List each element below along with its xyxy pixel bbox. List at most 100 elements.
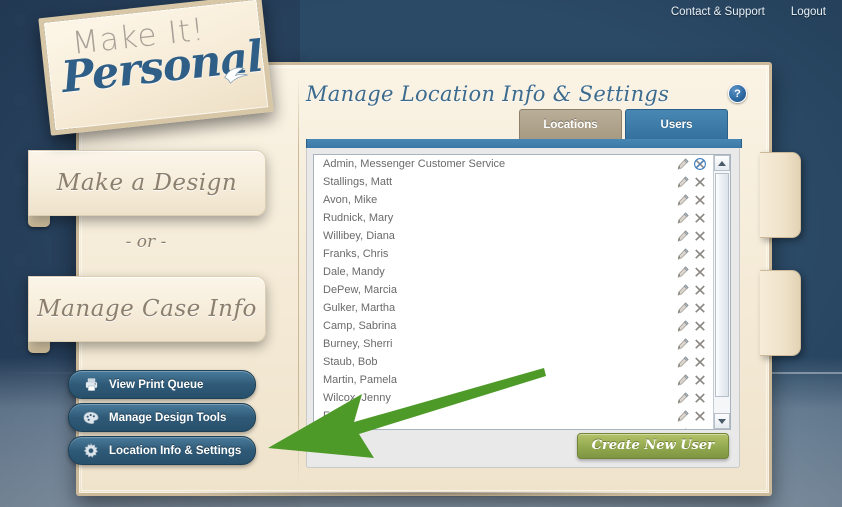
- row-actions: [677, 248, 713, 260]
- tab-underline-bar: [306, 139, 742, 148]
- table-row[interactable]: Admin, Messenger Customer Service: [314, 155, 713, 173]
- make-a-design-label: Make a Design: [56, 170, 238, 196]
- delete-x-icon[interactable]: [694, 410, 706, 422]
- table-row[interactable]: Gulker, Martha: [314, 299, 713, 317]
- scroll-down-button[interactable]: [714, 413, 730, 429]
- table-row[interactable]: Rudnick, Mary: [314, 209, 713, 227]
- view-print-queue-button[interactable]: View Print Queue: [68, 370, 256, 399]
- row-actions: [677, 392, 713, 404]
- edit-pencil-icon[interactable]: [677, 374, 689, 386]
- edit-pencil-icon[interactable]: [677, 158, 689, 170]
- edit-pencil-icon[interactable]: [677, 284, 689, 296]
- scrollbar-thumb[interactable]: [715, 173, 729, 397]
- user-name: Gulker, Martha: [323, 302, 396, 314]
- page-title: Manage Location Info & Settings: [306, 82, 670, 106]
- top-navigation: Contact & Support Logout: [671, 6, 826, 18]
- tab-users[interactable]: Users: [625, 109, 728, 139]
- table-row[interactable]: DePew, Marcia: [314, 281, 713, 299]
- delete-x-icon[interactable]: [694, 212, 706, 224]
- edit-pencil-icon[interactable]: [677, 392, 689, 404]
- row-actions: [677, 374, 713, 386]
- table-row[interactable]: Willibey, Diana: [314, 227, 713, 245]
- user-name: Avon, Mike: [323, 194, 378, 206]
- gear-icon: [80, 440, 102, 462]
- table-row[interactable]: Burney, Sherri: [314, 335, 713, 353]
- delete-x-icon[interactable]: [694, 338, 706, 350]
- delete-x-icon[interactable]: [694, 176, 706, 188]
- edit-pencil-icon[interactable]: [677, 338, 689, 350]
- delete-x-icon[interactable]: [694, 356, 706, 368]
- chevron-up-icon: [718, 160, 726, 166]
- row-actions: [677, 194, 713, 206]
- printer-icon: [80, 374, 102, 396]
- user-name: Admin, Messenger Customer Service: [323, 158, 506, 170]
- scroll-up-button[interactable]: [714, 155, 730, 171]
- manage-design-tools-label: Manage Design Tools: [109, 411, 227, 424]
- edit-pencil-icon[interactable]: [677, 212, 689, 224]
- tab-locations[interactable]: Locations: [519, 109, 622, 139]
- delete-x-icon[interactable]: [694, 266, 706, 278]
- side-tab-lower[interactable]: [760, 270, 801, 356]
- row-actions: [677, 176, 713, 188]
- row-actions: [677, 302, 713, 314]
- make-a-design-button[interactable]: Make a Design: [28, 150, 266, 216]
- edit-pencil-icon[interactable]: [677, 266, 689, 278]
- table-row[interactable]: [314, 425, 713, 429]
- tab-strip: Locations Users: [519, 109, 728, 139]
- table-row[interactable]: Stallings, Matt: [314, 173, 713, 191]
- edit-pencil-icon[interactable]: [677, 410, 689, 422]
- side-tab-upper[interactable]: [760, 152, 801, 238]
- delete-x-icon[interactable]: [694, 392, 706, 404]
- create-new-user-button[interactable]: Create New User: [576, 433, 729, 459]
- user-name: Willibey, Diana: [323, 230, 395, 242]
- contact-support-link[interactable]: Contact & Support: [671, 6, 765, 18]
- delete-x-icon[interactable]: [694, 230, 706, 242]
- user-name: Burney, Sherri: [323, 338, 393, 350]
- brand-logo-card[interactable]: Make It! Personal: [38, 0, 274, 136]
- users-scrollbar[interactable]: [713, 155, 730, 429]
- table-row[interactable]: Camp, Sabrina: [314, 317, 713, 335]
- delete-x-icon[interactable]: [694, 194, 706, 206]
- help-icon[interactable]: ?: [728, 84, 747, 103]
- edit-pencil-icon[interactable]: [677, 248, 689, 260]
- user-name: Staub, Bob: [323, 356, 378, 368]
- content-area: Manage Location Info & Settings ? Locati…: [300, 70, 747, 480]
- panel-vertical-divider: [298, 75, 299, 483]
- delete-x-icon[interactable]: [694, 248, 706, 260]
- edit-pencil-icon[interactable]: [677, 230, 689, 242]
- manage-case-info-button[interactable]: Manage Case Info: [28, 276, 266, 342]
- edit-pencil-icon[interactable]: [677, 320, 689, 332]
- delete-x-icon[interactable]: [694, 374, 706, 386]
- table-row[interactable]: Dale, Mandy: [314, 263, 713, 281]
- manage-design-tools-button[interactable]: Manage Design Tools: [68, 403, 256, 432]
- user-name: Camp, Sabrina: [323, 320, 397, 332]
- users-panel: Admin, Messenger Customer Service Stallin…: [306, 148, 740, 468]
- table-row[interactable]: Martin, Pamela: [314, 371, 713, 389]
- table-row[interactable]: Franks, Chris: [314, 245, 713, 263]
- chevron-down-icon: [718, 418, 726, 424]
- table-row[interactable]: Wilcox, Jenny: [314, 389, 713, 407]
- table-row[interactable]: Avon, Mike: [314, 191, 713, 209]
- user-name: Rudnick, Mary: [323, 212, 394, 224]
- edit-pencil-icon[interactable]: [677, 356, 689, 368]
- row-actions: [677, 320, 713, 332]
- edit-pencil-icon[interactable]: [677, 428, 689, 429]
- location-info-settings-button[interactable]: Location Info & Settings: [68, 436, 256, 465]
- users-listbox[interactable]: Admin, Messenger Customer Service Stallin…: [313, 154, 731, 430]
- edit-pencil-icon[interactable]: [677, 302, 689, 314]
- user-name: Franks, Chris: [323, 248, 389, 260]
- delete-x-icon[interactable]: [694, 284, 706, 296]
- table-row[interactable]: Staub, Bob: [314, 353, 713, 371]
- user-name: Frank: [323, 410, 352, 422]
- row-actions: [677, 230, 713, 242]
- delete-x-icon[interactable]: [694, 302, 706, 314]
- delete-x-icon[interactable]: [694, 428, 706, 429]
- row-actions: [677, 338, 713, 350]
- edit-pencil-icon[interactable]: [677, 194, 689, 206]
- row-actions: [677, 158, 713, 170]
- delete-x-icon[interactable]: [694, 320, 706, 332]
- edit-pencil-icon[interactable]: [677, 176, 689, 188]
- users-list: Admin, Messenger Customer Service Stallin…: [314, 155, 713, 429]
- logout-link[interactable]: Logout: [791, 6, 826, 18]
- table-row[interactable]: Frank: [314, 407, 713, 425]
